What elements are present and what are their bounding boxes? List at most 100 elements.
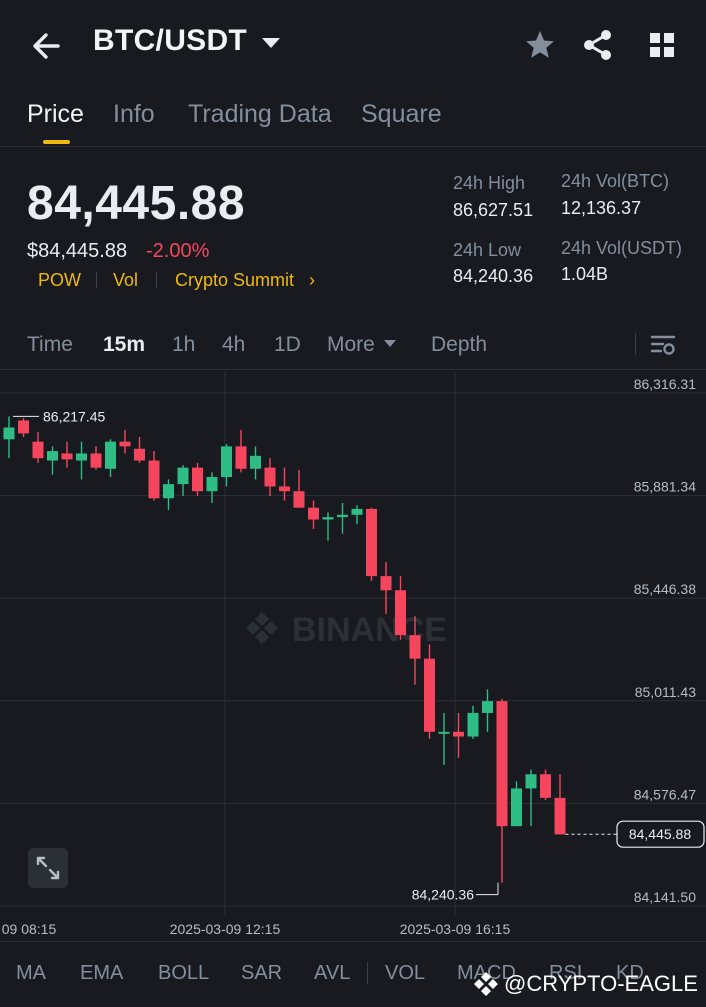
y-tick-label: 84,141.50 [634,889,696,905]
watermark-handle: @CRYPTO-EAGLE [504,971,698,996]
candle-up [206,477,218,492]
low-marker-label: 84,240.36 [412,887,474,903]
candle-down [540,774,551,798]
indicator-boll[interactable]: BOLL [158,962,209,985]
usd-price: $84,445.88 [27,240,128,262]
share-icon[interactable] [581,28,615,62]
grid-icon[interactable] [645,28,679,62]
expand-icon[interactable] [27,847,69,889]
star-icon[interactable] [523,28,557,62]
candle-up [467,712,479,737]
candle-up [250,455,261,469]
x-tick-label: 2025-03-09 16:15 [400,921,511,937]
tf-4h[interactable]: 4h [222,333,245,357]
candle-down [32,441,44,459]
vol-btc-value: 12,136.37 [561,198,642,218]
tf-1h[interactable]: 1h [172,333,195,357]
x-tick-label: 09 08:15 [2,921,57,937]
candle-down [134,448,145,461]
tab-info[interactable]: Info [113,100,155,129]
main-tabs: Price Info Trading Data Square [0,92,706,147]
candle-down [366,508,377,577]
indicator-vol[interactable]: VOL [385,962,425,985]
tf-more[interactable]: More [327,333,375,357]
candle-down [18,420,29,434]
tf-time[interactable]: Time [27,333,73,357]
tab-trading-data[interactable]: Trading Data [188,100,332,129]
candle-up [482,701,493,713]
low-value: 84,240.36 [453,266,534,286]
creator-watermark: @CRYPTO-EAGLE [472,968,698,1000]
indicator-sar[interactable]: SAR [241,962,282,985]
chart-canvas[interactable]: BINANCE 86,316.31 85,881.34 85,446.38 85,01… [0,371,706,941]
indicator-ema[interactable]: EMA [80,962,123,985]
candle-up [105,441,116,469]
candle-up [337,514,348,518]
high-value: 86,627.51 [453,200,534,220]
y-tick-label: 85,011.43 [635,684,696,700]
candle-up [511,788,522,827]
candle-up [322,517,334,520]
tag-pow[interactable]: POW [38,270,81,291]
candle-down [235,446,247,469]
candle-up [525,774,537,789]
candle-up [3,427,15,440]
y-tick-label: 86,316.31 [634,376,696,392]
tf-1d[interactable]: 1D [274,333,301,357]
candle-up [163,484,174,499]
more-dropdown-icon[interactable] [384,340,396,347]
tab-price[interactable]: Price [27,100,84,129]
candle-down [61,453,73,460]
vol-btc-label: 24h Vol(BTC) [561,171,670,191]
indicator-avl[interactable]: AVL [314,962,350,985]
last-price-label: 84,445.88 [629,826,691,842]
vol-usdt-value: 1.04B [561,264,609,284]
tag-divider [96,272,97,288]
indicator-divider [367,962,368,984]
chart-settings-icon[interactable] [650,332,676,358]
candle-up [47,451,58,461]
high-label: 24h High [453,173,526,193]
watermark-text: BINANCE [292,611,447,649]
tag-crypto-summit[interactable]: Crypto Summit [175,270,294,291]
x-tick-label: 2025-03-09 12:15 [170,921,281,937]
candlestick-chart[interactable]: BINANCE 86,316.31 85,881.34 85,446.38 85,01… [0,371,706,941]
chevron-right-icon[interactable]: › [309,270,315,291]
candle-down [380,576,392,591]
tf-depth[interactable]: Depth [431,333,487,357]
arrow-left-icon[interactable] [28,26,68,66]
candle-down [293,491,305,508]
candle-up [221,446,232,478]
binance-logo-icon [474,972,498,996]
low-label: 24h Low [453,240,522,260]
candle-down [192,467,203,492]
pair-dropdown-icon[interactable] [262,38,280,48]
tf-15m[interactable]: 15m [103,333,145,357]
timeframe-bar: Time 15m 1h 4h 1D More Depth [0,320,706,370]
candle-down [554,797,566,835]
y-tick-label: 85,881.34 [634,479,696,495]
tag-vol[interactable]: Vol [113,270,138,291]
tab-square[interactable]: Square [361,100,442,129]
candle-down [90,453,102,468]
candle-down [264,467,276,487]
high-marker-label: 86,217.45 [43,408,105,424]
price-change: -2.00% [146,240,210,262]
header: BTC/USDT [0,0,706,92]
candle-down [424,658,435,732]
candle-down [279,486,290,492]
candle-down [395,590,406,636]
candle-up [438,731,450,734]
candle-up [177,467,189,485]
candle-down [148,460,160,499]
candle-down [496,701,508,827]
timeframe-divider [635,333,636,355]
tag-divider [156,272,157,288]
candle-down [409,635,421,659]
active-tab-indicator [43,140,70,144]
pair-title[interactable]: BTC/USDT [93,24,247,58]
candle-up [76,453,87,461]
candle-down [119,441,131,447]
indicator-ma[interactable]: MA [16,962,46,985]
candle-down [453,731,464,737]
